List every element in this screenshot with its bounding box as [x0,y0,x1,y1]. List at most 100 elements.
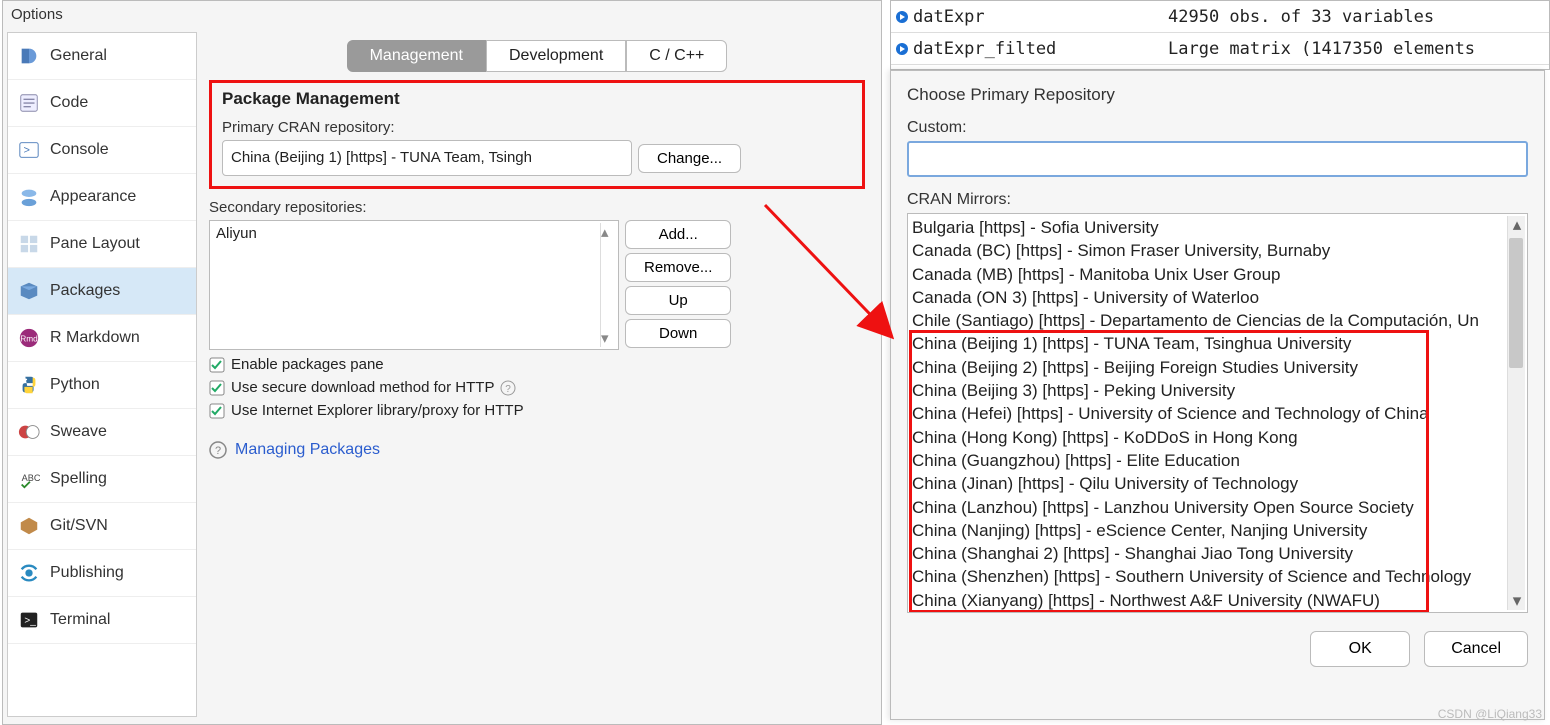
checkbox-row-2: Use Internet Explorer library/proxy for … [209,402,865,419]
mirror-item[interactable]: Canada (BC) [https] - Simon Fraser Unive… [912,239,1505,262]
mirror-item[interactable]: China (Nanjing) [https] - eScience Cente… [912,519,1505,542]
cancel-button[interactable]: Cancel [1424,631,1528,667]
scroll-thumb[interactable] [1509,238,1523,368]
mirror-item[interactable]: China (Guangzhou) [https] - Elite Educat… [912,449,1505,472]
sidebar-item-pane-layout[interactable]: Pane Layout [8,221,196,268]
options-main: ManagementDevelopmentC / C++ Package Man… [197,32,877,717]
dialog-title: Choose Primary Repository [907,85,1528,105]
mirror-item[interactable]: Colombia (Cali) [https] - Icesi Universi… [912,612,1505,613]
env-var-name: datExpr_filted [913,39,1168,59]
checkbox-icon[interactable] [209,403,225,419]
sidebar-item-label: Appearance [50,188,136,206]
options-sidebar: General Code >Console Appearance Pane Layout… [7,32,197,717]
env-var-name: datExpr [913,7,1168,27]
mirror-item[interactable]: China (Shanghai 2) [https] - Shanghai Ji… [912,542,1505,565]
mirror-item[interactable]: Canada (MB) [https] - Manitoba Unix User… [912,263,1505,286]
section-title: Package Management [222,89,852,109]
sidebar-item-label: Code [50,94,88,112]
sidebar-item-label: Packages [50,282,120,300]
mirrors-label: CRAN Mirrors: [907,191,1528,209]
list-item[interactable]: Aliyun [216,223,612,244]
sidebar-item-general[interactable]: General [8,33,196,80]
sidebar-item-publishing[interactable]: Publishing [8,550,196,597]
terminal-icon: >_ [18,609,40,631]
environment-pane: datExpr42950 obs. of 33 variablesdatExpr… [890,0,1550,70]
checkbox-icon[interactable] [209,357,225,373]
mirror-item[interactable]: Bulgaria [https] - Sofia University [912,216,1505,239]
sidebar-item-python[interactable]: Python [8,362,196,409]
sidebar-item-git-svn[interactable]: Git/SVN [8,503,196,550]
general-icon [18,45,40,67]
sidebar-item-label: Terminal [50,611,110,629]
packages-icon [18,280,40,302]
scroll-down-icon[interactable]: ▾ [1508,592,1526,610]
mirror-item[interactable]: China (Hefei) [https] - University of Sc… [912,402,1505,425]
mirror-item[interactable]: China (Xianyang) [https] - Northwest A&F… [912,589,1505,612]
sidebar-item-terminal[interactable]: >_ Terminal [8,597,196,644]
secondary-repo-listbox[interactable]: Aliyun ▴ ▾ [209,220,619,350]
custom-label: Custom: [907,119,1528,137]
svg-text:>: > [24,145,30,157]
mirror-item[interactable]: China (Jinan) [https] - Qilu University … [912,472,1505,495]
checkbox-label[interactable]: Enable packages pane [231,356,384,373]
expand-icon[interactable] [891,10,913,24]
mirror-item[interactable]: China (Beijing 3) [https] - Peking Unive… [912,379,1505,402]
mirror-item[interactable]: Canada (ON 3) [https] - University of Wa… [912,286,1505,309]
sidebar-item-label: Pane Layout [50,235,140,253]
sidebar-item-sweave[interactable]: Sweave [8,409,196,456]
listbox-scrollbar[interactable]: ▴ ▾ [600,223,616,347]
help-icon: ? [209,441,227,459]
options-title: Options [3,1,881,28]
tab-strip: ManagementDevelopmentC / C++ [209,40,865,72]
mirror-item[interactable]: China (Lanzhou) [https] - Lanzhou Univer… [912,496,1505,519]
checkbox-row-1: Use secure download method for HTTP? [209,379,865,396]
remove-button[interactable]: Remove... [625,253,731,282]
ok-button[interactable]: OK [1310,631,1410,667]
sidebar-item-label: General [50,47,107,65]
change-button[interactable]: Change... [638,144,741,173]
mirror-item[interactable]: China (Shenzhen) [https] - Southern Univ… [912,565,1505,588]
up-button[interactable]: Up [625,286,731,315]
down-button[interactable]: Down [625,319,731,348]
sidebar-item-label: Publishing [50,564,124,582]
checkbox-icon[interactable] [209,380,225,396]
sweave-icon [18,421,40,443]
watermark: CSDN @LiQiang33 [1438,707,1542,721]
options-window: Options General Code >Console Appearance Pan… [2,0,882,725]
custom-url-input[interactable] [907,141,1528,177]
mirror-item[interactable]: Chile (Santiago) [https] - Departamento … [912,309,1505,332]
env-row[interactable]: datExpr_filtedLarge matrix (1417350 elem… [891,33,1549,65]
add-button[interactable]: Add... [625,220,731,249]
sidebar-item-console[interactable]: >Console [8,127,196,174]
mirror-item[interactable]: China (Beijing 1) [https] - TUNA Team, T… [912,332,1505,355]
cran-mirrors-listbox[interactable]: Bulgaria [https] - Sofia UniversityCanad… [907,213,1528,613]
managing-packages-label: Managing Packages [235,441,380,459]
svg-text:>_: >_ [24,616,36,627]
scroll-up-icon[interactable]: ▴ [601,223,616,241]
sidebar-item-spelling[interactable]: ABCSpelling [8,456,196,503]
tab-development[interactable]: Development [486,40,626,72]
sidebar-item-appearance[interactable]: Appearance [8,174,196,221]
checkbox-label[interactable]: Use Internet Explorer library/proxy for … [231,402,524,419]
primary-repo-input[interactable]: China (Beijing 1) [https] - TUNA Team, T… [222,140,632,176]
scroll-down-icon[interactable]: ▾ [601,329,616,347]
sidebar-item-rmarkdown[interactable]: RmdR Markdown [8,315,196,362]
svg-text:?: ? [506,384,512,395]
help-icon[interactable]: ? [500,380,516,396]
env-row[interactable]: datExpr42950 obs. of 33 variables [891,1,1549,33]
scrollbar[interactable]: ▴ ▾ [1507,216,1525,610]
tab-management[interactable]: Management [347,40,486,72]
appearance-icon [18,186,40,208]
sidebar-item-label: R Markdown [50,329,140,347]
sidebar-item-code[interactable]: Code [8,80,196,127]
mirror-item[interactable]: China (Hong Kong) [https] - KoDDoS in Ho… [912,426,1505,449]
scroll-up-icon[interactable]: ▴ [1508,216,1526,234]
tab-c-c-[interactable]: C / C++ [626,40,727,72]
console-icon: > [18,139,40,161]
expand-icon[interactable] [891,42,913,56]
svg-text:ABC: ABC [22,473,40,483]
managing-packages-link[interactable]: ? Managing Packages [209,441,380,459]
sidebar-item-packages[interactable]: Packages [8,268,196,315]
mirror-item[interactable]: China (Beijing 2) [https] - Beijing Fore… [912,356,1505,379]
checkbox-label[interactable]: Use secure download method for HTTP [231,379,494,396]
